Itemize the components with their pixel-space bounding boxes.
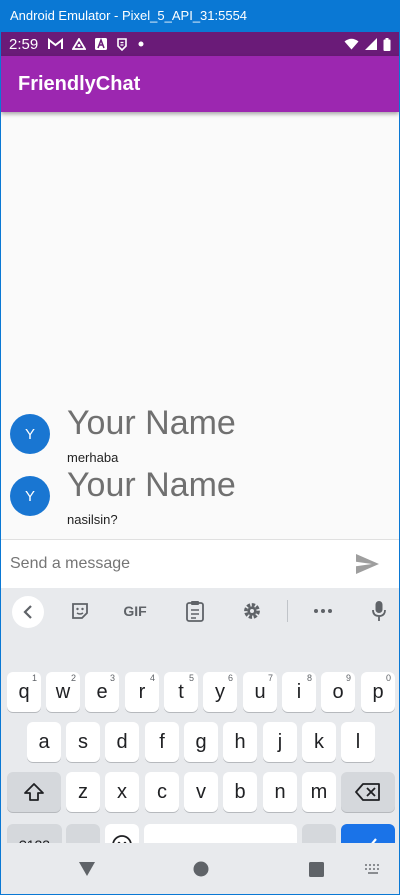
signal-icon: [365, 38, 377, 50]
dot-icon: [137, 40, 145, 48]
message-text: merhaba: [67, 450, 119, 465]
shield-icon: [116, 37, 128, 51]
avatar: Y: [10, 414, 50, 454]
chevron-left-icon: [23, 605, 32, 619]
key-b[interactable]: b: [223, 772, 257, 812]
gif-button[interactable]: GIF: [120, 596, 150, 626]
mic-icon: [372, 601, 386, 621]
key-l[interactable]: l: [341, 722, 375, 762]
nav-back-icon: [79, 862, 95, 876]
key-f[interactable]: f: [145, 722, 179, 762]
message-composer: [1, 540, 399, 588]
key-c[interactable]: c: [145, 772, 179, 812]
nav-back-button[interactable]: [75, 857, 99, 881]
key-x[interactable]: x: [105, 772, 139, 812]
key-q[interactable]: q1: [7, 672, 41, 712]
key-d[interactable]: d: [105, 722, 139, 762]
keyboard-back-button[interactable]: [12, 596, 44, 628]
nav-home-icon: [193, 861, 209, 877]
key-o[interactable]: o9: [321, 672, 355, 712]
key-a[interactable]: a: [27, 722, 61, 762]
shift-key[interactable]: [7, 772, 61, 812]
message-text: nasilsin?: [67, 512, 118, 527]
navigation-bar: [1, 843, 399, 894]
send-button[interactable]: [355, 553, 379, 575]
nav-recents-icon: [308, 861, 324, 877]
key-s[interactable]: s: [66, 722, 100, 762]
key-e[interactable]: e3: [85, 672, 119, 712]
gear-icon: [244, 603, 260, 619]
nav-recents-button[interactable]: [304, 857, 328, 881]
app-title: FriendlyChat: [18, 72, 141, 95]
key-k[interactable]: k: [302, 722, 336, 762]
battery-icon: [383, 37, 391, 51]
voice-input-button[interactable]: [364, 596, 394, 626]
message-sender: Your Name: [67, 404, 236, 442]
drive-icon: [72, 38, 87, 50]
key-r[interactable]: r4: [125, 672, 159, 712]
shift-icon: [24, 783, 44, 801]
message-sender: Your Name: [67, 466, 236, 504]
clipboard-button[interactable]: [180, 596, 210, 626]
key-u[interactable]: u7: [243, 672, 277, 712]
backspace-icon: [355, 783, 380, 801]
gmail-icon: [48, 38, 64, 50]
keyboard-settings-button[interactable]: [237, 596, 267, 626]
phone-screen: 2:59 FriendlyChat Y Your Name merhaba Y …: [0, 32, 400, 895]
key-i[interactable]: i8: [282, 672, 316, 712]
key-n[interactable]: n: [263, 772, 297, 812]
more-horizontal-icon: [314, 609, 332, 613]
keyboard-toolbar: GIF: [1, 588, 399, 632]
soft-keyboard: GIF q1 w2 e3 r4 t5 y6 u7 i8 o 9 p 0 a s …: [1, 588, 399, 866]
nav-home-button[interactable]: [189, 857, 213, 881]
system-icons: [344, 37, 391, 51]
more-button[interactable]: [308, 596, 338, 626]
key-w[interactable]: w2: [46, 672, 80, 712]
status-time: 2:59: [9, 35, 39, 53]
key-m[interactable]: m: [302, 772, 336, 812]
keyboard-icon: [365, 864, 379, 874]
key-v[interactable]: v: [184, 772, 218, 812]
key-y[interactable]: y6: [203, 672, 237, 712]
backspace-key[interactable]: [341, 772, 395, 812]
status-bar: 2:59: [1, 32, 399, 56]
key-p[interactable]: p0: [361, 672, 395, 712]
toolbar-separator: [287, 600, 288, 622]
message-list[interactable]: Y Your Name merhaba Y Your Name nasilsin…: [1, 112, 399, 540]
app-bar: FriendlyChat: [1, 56, 399, 112]
news-icon: [95, 38, 108, 50]
key-g[interactable]: g: [184, 722, 218, 762]
notification-icons: [48, 37, 145, 51]
message-item: Y Your Name nasilsin?: [1, 466, 399, 532]
clipboard-icon: [186, 601, 204, 622]
wifi-icon: [344, 38, 359, 50]
sticker-button[interactable]: [65, 596, 95, 626]
emulator-title: Android Emulator - Pixel_5_API_31:5554: [10, 8, 248, 23]
key-j[interactable]: j: [263, 722, 297, 762]
message-input[interactable]: [10, 552, 310, 576]
key-h[interactable]: h: [223, 722, 257, 762]
sticker-icon: [72, 603, 88, 619]
avatar: Y: [10, 476, 50, 516]
message-item: Y Your Name merhaba: [1, 404, 399, 470]
emulator-title-bar: Android Emulator - Pixel_5_API_31:5554: [0, 0, 400, 32]
key-t[interactable]: t5: [164, 672, 198, 712]
key-z[interactable]: z: [66, 772, 100, 812]
send-icon: [355, 554, 379, 574]
keyboard-switch-button[interactable]: [361, 857, 385, 881]
